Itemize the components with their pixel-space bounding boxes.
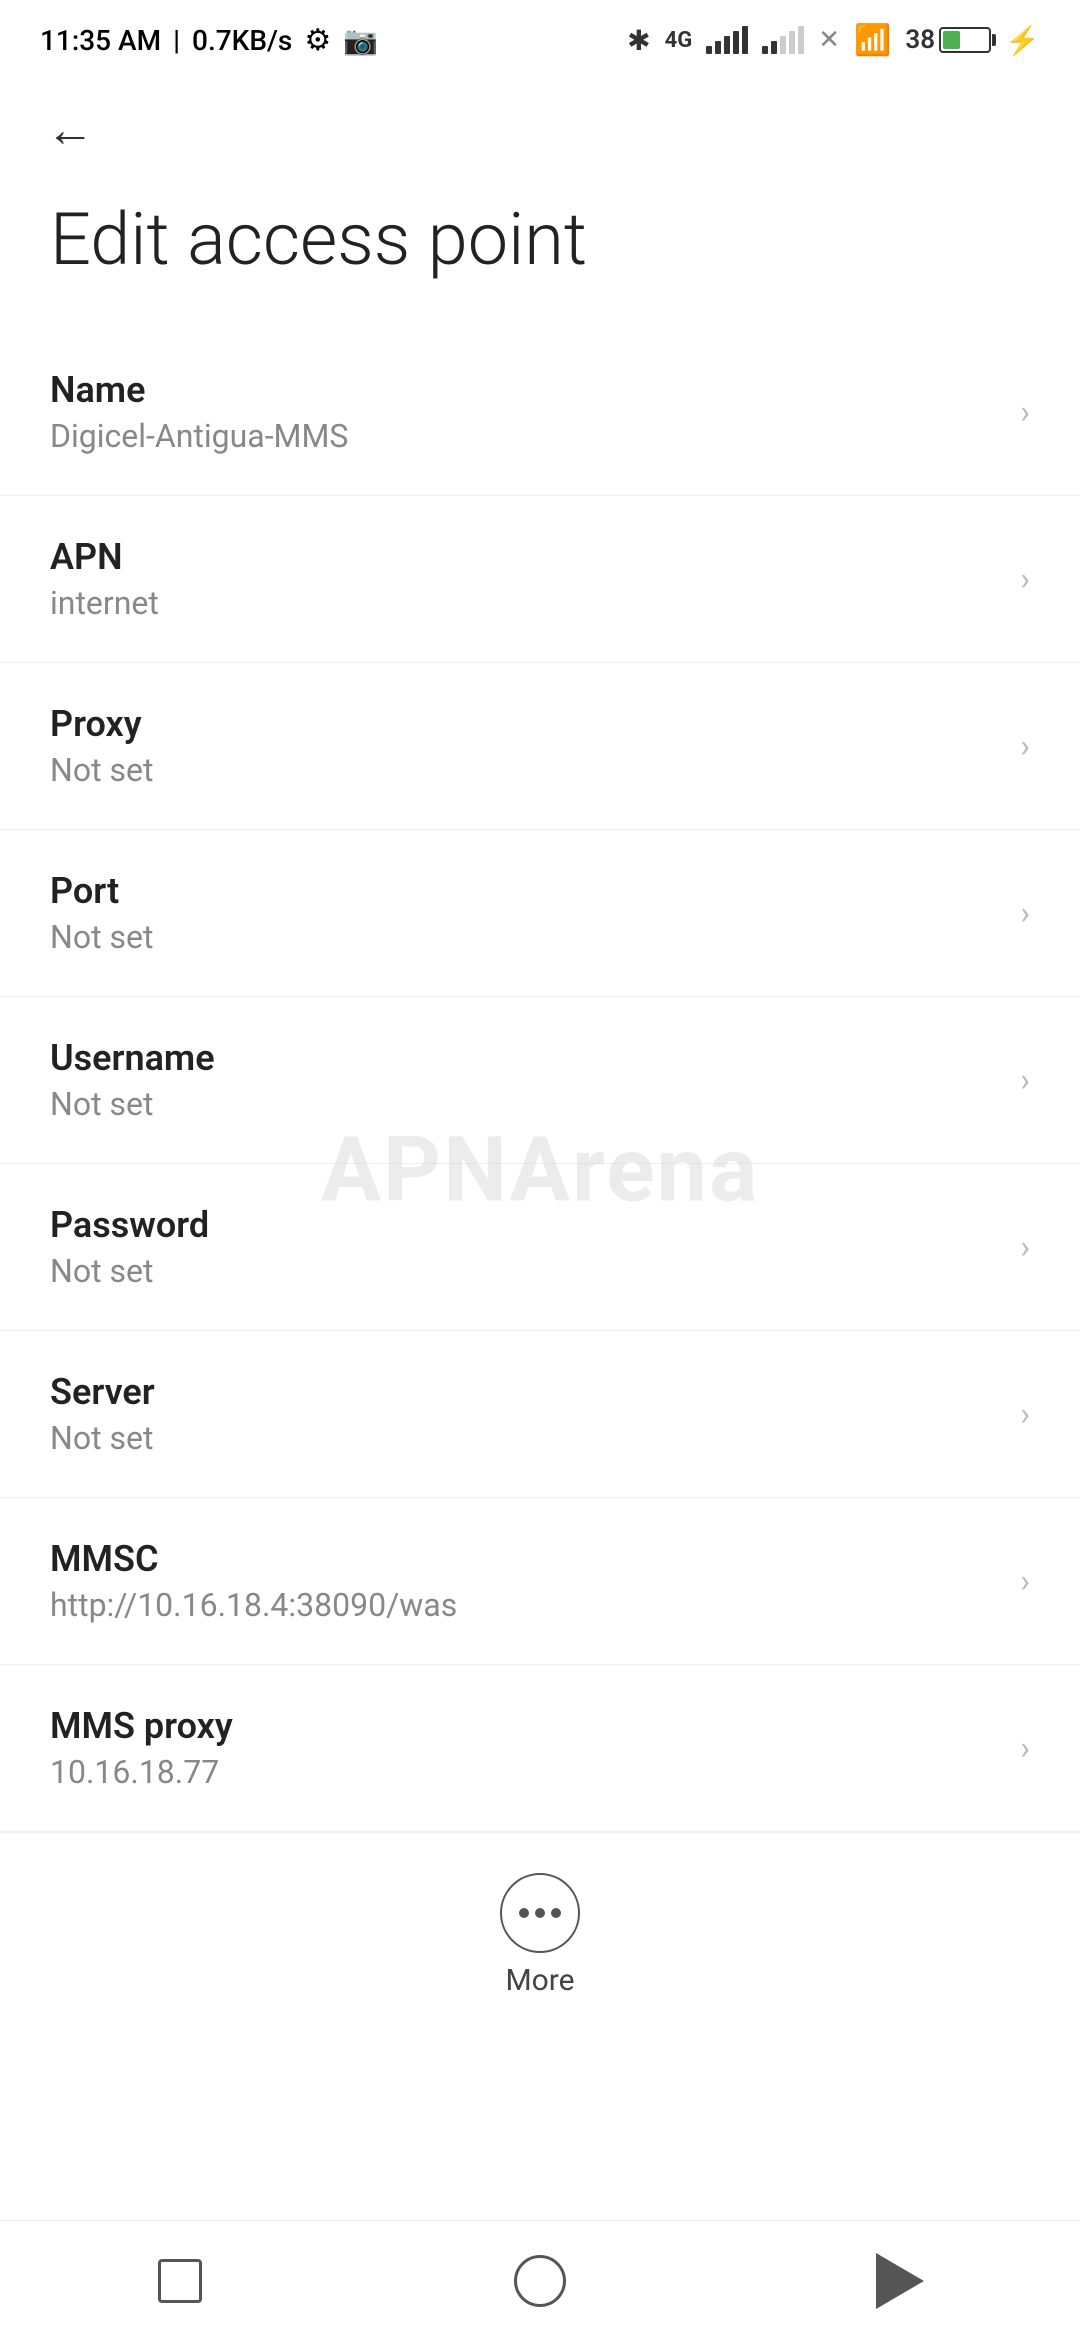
chevron-right-icon: ›	[1020, 1395, 1030, 1433]
status-right: ✱ 4G ✕ 📶 38 ⚡	[627, 23, 1040, 58]
setting-item-password[interactable]: Password Not set ›	[0, 1164, 1080, 1331]
battery-indicator: 38	[905, 25, 991, 55]
time-display: 11:35 AM	[40, 24, 161, 57]
home-button[interactable]	[500, 2241, 580, 2321]
setting-item-mms-proxy[interactable]: MMS proxy 10.16.18.77 ›	[0, 1665, 1080, 1832]
setting-item-name[interactable]: Name Digicel-Antigua-MMS ›	[0, 329, 1080, 496]
setting-value-apn: internet	[50, 584, 1000, 622]
setting-label-password: Password	[50, 1204, 1000, 1246]
status-bar: 11:35 AM | 0.7KB/s ⚙ 📷 ✱ 4G ✕ 📶 38	[0, 0, 1080, 80]
wifi-icon: 📶	[854, 23, 891, 58]
more-label: More	[505, 1963, 574, 1998]
back-area: ←	[0, 80, 1080, 180]
setting-label-apn: APN	[50, 536, 1000, 578]
dot-1	[519, 1908, 529, 1918]
setting-value-name: Digicel-Antigua-MMS	[50, 417, 1000, 455]
back-nav-icon	[876, 2253, 924, 2309]
chevron-right-icon: ›	[1020, 560, 1030, 598]
setting-item-port[interactable]: Port Not set ›	[0, 830, 1080, 997]
bluetooth-icon: ✱	[627, 24, 650, 57]
chevron-right-icon: ›	[1020, 1061, 1030, 1099]
more-button[interactable]: More	[500, 1873, 580, 1998]
more-dots-icon	[519, 1908, 561, 1918]
home-icon	[514, 2255, 566, 2307]
network-4g-icon: 4G	[665, 28, 693, 53]
setting-label-username: Username	[50, 1037, 1000, 1079]
setting-value-proxy: Not set	[50, 751, 1000, 789]
bottom-navigation	[0, 2220, 1080, 2340]
charging-icon: ⚡	[1005, 24, 1040, 57]
signal-bars-1	[706, 26, 748, 54]
battery-fill	[943, 31, 960, 49]
camera-icon: 📷	[343, 24, 378, 57]
back-button[interactable]: ←	[40, 100, 100, 160]
status-left: 11:35 AM | 0.7KB/s ⚙ 📷	[40, 23, 378, 58]
settings-list: Name Digicel-Antigua-MMS › APN internet …	[0, 329, 1080, 1832]
more-section: More	[0, 1832, 1080, 2038]
setting-item-apn[interactable]: APN internet ›	[0, 496, 1080, 663]
setting-value-mmsc: http://10.16.18.4:38090/was	[50, 1586, 1000, 1624]
chevron-right-icon: ›	[1020, 393, 1030, 431]
recent-apps-button[interactable]	[140, 2241, 220, 2321]
dot-2	[535, 1908, 545, 1918]
setting-item-username[interactable]: Username Not set ›	[0, 997, 1080, 1164]
setting-label-mms-proxy: MMS proxy	[50, 1705, 1000, 1747]
chevron-right-icon: ›	[1020, 1228, 1030, 1266]
setting-value-port: Not set	[50, 918, 1000, 956]
chevron-right-icon: ›	[1020, 1562, 1030, 1600]
setting-item-proxy[interactable]: Proxy Not set ›	[0, 663, 1080, 830]
battery-box	[939, 27, 991, 53]
setting-label-proxy: Proxy	[50, 703, 1000, 745]
chevron-right-icon: ›	[1020, 894, 1030, 932]
setting-value-server: Not set	[50, 1419, 1000, 1457]
setting-value-username: Not set	[50, 1085, 1000, 1123]
page-title-section: Edit access point	[0, 180, 1080, 329]
page-title: Edit access point	[50, 200, 1030, 279]
more-circle-icon	[500, 1873, 580, 1953]
setting-item-server[interactable]: Server Not set ›	[0, 1331, 1080, 1498]
no-signal-icon: ✕	[818, 25, 840, 55]
recent-apps-icon	[158, 2259, 202, 2303]
network-speed: 0.7KB/s	[192, 24, 292, 57]
dot-3	[551, 1908, 561, 1918]
back-arrow-icon: ←	[46, 106, 94, 154]
chevron-right-icon: ›	[1020, 1729, 1030, 1767]
setting-label-server: Server	[50, 1371, 1000, 1413]
back-nav-button[interactable]	[860, 2241, 940, 2321]
setting-label-mmsc: MMSC	[50, 1538, 1000, 1580]
chevron-right-icon: ›	[1020, 727, 1030, 765]
signal-bars-2	[762, 26, 804, 54]
setting-value-mms-proxy: 10.16.18.77	[50, 1753, 1000, 1791]
setting-label-port: Port	[50, 870, 1000, 912]
setting-item-mmsc[interactable]: MMSC http://10.16.18.4:38090/was ›	[0, 1498, 1080, 1665]
settings-icon: ⚙	[304, 23, 331, 58]
separator: |	[173, 24, 180, 57]
setting-value-password: Not set	[50, 1252, 1000, 1290]
setting-label-name: Name	[50, 369, 1000, 411]
